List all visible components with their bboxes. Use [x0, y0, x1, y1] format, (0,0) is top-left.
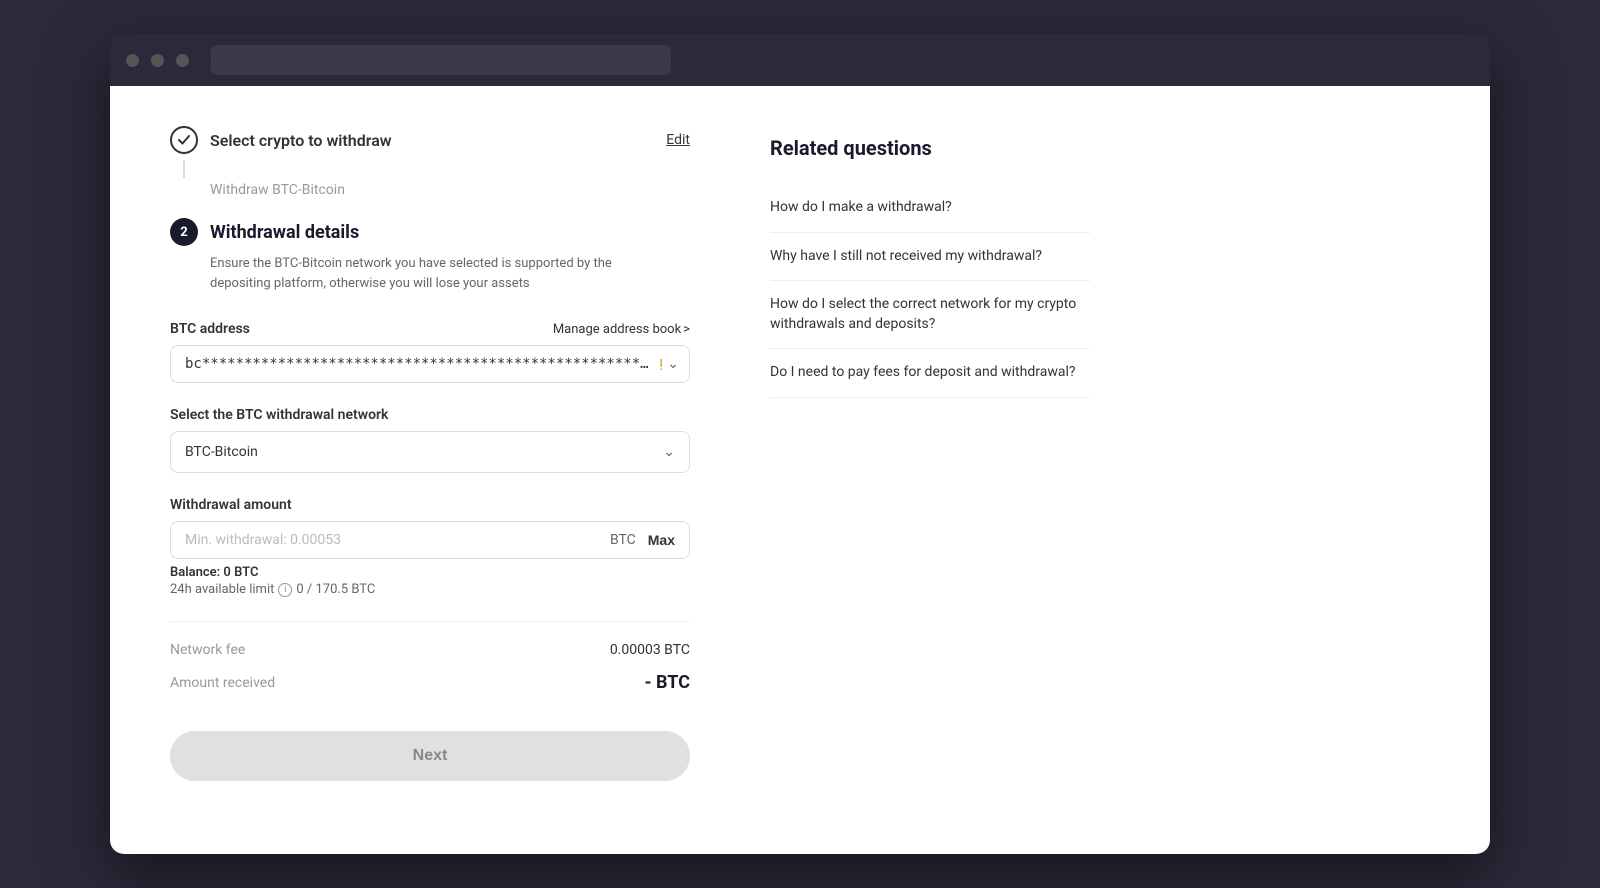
browser-window: Select crypto to withdraw Edit Withdraw …	[110, 34, 1490, 854]
address-value: bc**************************************…	[185, 356, 649, 372]
browser-addressbar[interactable]	[211, 45, 671, 75]
amount-field-group: Withdrawal amount Min. withdrawal: 0.000…	[170, 497, 690, 597]
step2-header: 2 Withdrawal details	[170, 218, 690, 246]
browser-content: Select crypto to withdraw Edit Withdraw …	[110, 86, 1490, 854]
related-item-1[interactable]: Why have I still not received my withdra…	[770, 233, 1090, 282]
warning-icon: !	[659, 355, 663, 374]
connector-line-1	[183, 160, 185, 178]
amount-label: Withdrawal amount	[170, 497, 292, 513]
related-item-0[interactable]: How do I make a withdrawal?	[770, 184, 1090, 233]
network-chevron-icon: ⌄	[663, 444, 675, 460]
main-content: Select crypto to withdraw Edit Withdraw …	[170, 126, 690, 814]
step2-title: Withdrawal details	[210, 222, 359, 243]
address-field-group: BTC address Manage address book bc******…	[170, 321, 690, 383]
related-questions-title: Related questions	[770, 136, 1090, 160]
balance-label: Balance:	[170, 565, 220, 580]
step2-number-circle: 2	[170, 218, 198, 246]
address-chevron-icon[interactable]: ⌄	[667, 356, 679, 372]
network-field-group: Select the BTC withdrawal network BTC-Bi…	[170, 407, 690, 473]
manage-address-link[interactable]: Manage address book	[553, 322, 690, 337]
related-item-3[interactable]: Do I need to pay fees for deposit and wi…	[770, 349, 1090, 398]
edit-link[interactable]: Edit	[666, 132, 690, 148]
network-label: Select the BTC withdrawal network	[170, 407, 388, 423]
related-item-2[interactable]: How do I select the correct network for …	[770, 281, 1090, 349]
address-icons: ! ⌄	[659, 355, 679, 374]
amount-input[interactable]: Min. withdrawal: 0.00053 BTC Max	[170, 521, 690, 559]
amount-received-row: Amount received - BTC	[170, 672, 690, 693]
next-button[interactable]: Next	[170, 731, 690, 781]
browser-toolbar	[110, 34, 1490, 86]
limit-value: 0 / 170.5 BTC	[296, 582, 375, 597]
step1-title: Select crypto to withdraw	[210, 131, 654, 150]
browser-dot-1	[126, 54, 139, 67]
amount-received-value: - BTC	[644, 672, 690, 693]
step2-description: Ensure the BTC-Bitcoin network you have …	[210, 254, 650, 293]
balance-value: 0 BTC	[223, 565, 258, 580]
browser-dot-3	[176, 54, 189, 67]
network-select[interactable]: BTC-Bitcoin ⌄	[170, 431, 690, 473]
network-value: BTC-Bitcoin	[185, 444, 258, 460]
step1-header: Select crypto to withdraw Edit	[170, 126, 690, 154]
browser-dot-2	[151, 54, 164, 67]
sidebar-content: Related questions How do I make a withdr…	[770, 126, 1090, 814]
address-label-row: BTC address Manage address book	[170, 321, 690, 337]
step1-subtitle: Withdraw BTC-Bitcoin	[210, 182, 690, 198]
network-label-row: Select the BTC withdrawal network	[170, 407, 690, 423]
amount-received-label: Amount received	[170, 675, 275, 691]
amount-currency: BTC	[610, 532, 636, 548]
amount-placeholder: Min. withdrawal: 0.00053	[185, 532, 610, 548]
address-input[interactable]: bc**************************************…	[170, 345, 690, 383]
network-fee-row: Network fee 0.00003 BTC	[170, 642, 690, 658]
limit-label: 24h available limit	[170, 582, 274, 597]
balance-row: Balance: 0 BTC	[170, 565, 690, 580]
amount-label-row: Withdrawal amount	[170, 497, 690, 513]
network-fee-value: 0.00003 BTC	[610, 642, 690, 658]
address-label: BTC address	[170, 321, 250, 337]
limit-row: 24h available limit i 0 / 170.5 BTC	[170, 582, 690, 597]
divider	[170, 621, 690, 622]
step1-check-circle	[170, 126, 198, 154]
network-fee-label: Network fee	[170, 642, 245, 658]
max-button[interactable]: Max	[648, 532, 675, 548]
info-icon[interactable]: i	[278, 583, 292, 597]
